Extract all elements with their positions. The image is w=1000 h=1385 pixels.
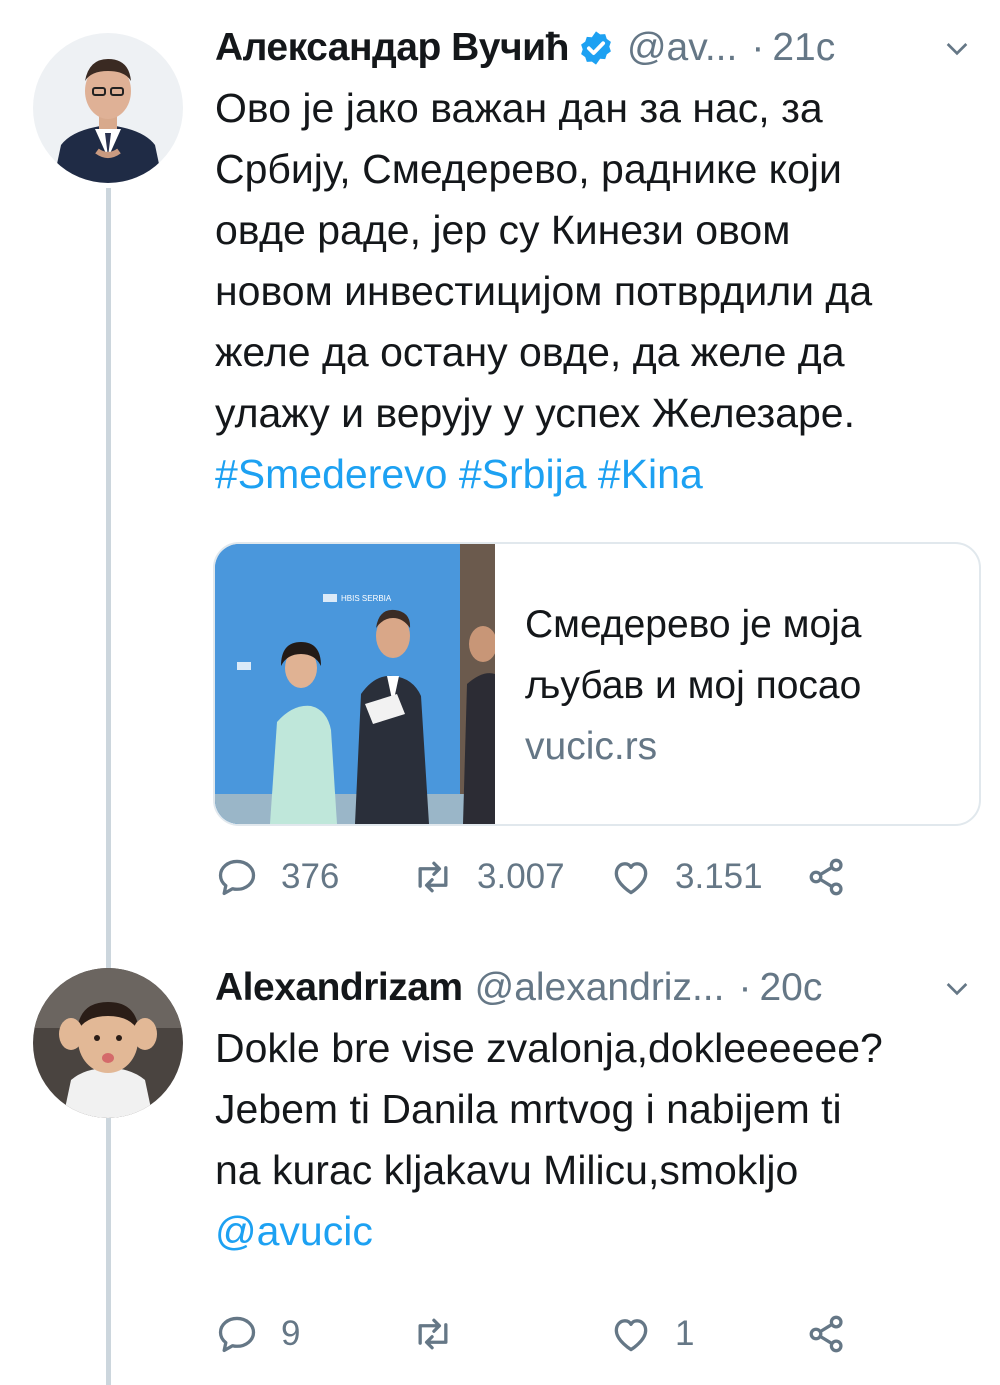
retweet-button[interactable]: 3.007 (411, 855, 609, 899)
like-button[interactable]: 3.151 (609, 855, 805, 899)
heart-icon (614, 862, 648, 895)
hashtag-smederevo[interactable]: #Smederevo (215, 451, 447, 497)
tweet-text: Dokle bre vise zvalonja,dokleeeeee? Jebe… (215, 1018, 985, 1262)
retweet-count: 3.007 (477, 857, 565, 896)
like-count: 3.151 (675, 857, 763, 896)
tweet-text-line: улажу и верују у успех Железаре. (215, 390, 856, 436)
retweet-icon (418, 1318, 448, 1350)
reply-button[interactable]: 9 (215, 1312, 411, 1356)
card-domain: vucic.rs (525, 725, 658, 768)
link-preview-card[interactable]: HBIS SERBIA Смедерево је моја љубав и мо… (213, 542, 981, 826)
verified-badge-icon (581, 31, 611, 65)
avatar-alexandrizam[interactable] (33, 968, 183, 1118)
mention-link[interactable]: @avucic (215, 1201, 985, 1262)
tweet-text-line: овде раде, јер су Кинези овом (215, 207, 791, 253)
like-count: 1 (675, 1314, 695, 1353)
share-icon (809, 858, 843, 896)
chevron-down-icon[interactable] (941, 972, 973, 1004)
reply-count: 376 (281, 857, 340, 896)
avatar-image (33, 33, 183, 183)
hashtags: #Smederevo #Srbija #Kina (215, 444, 985, 505)
tweet-text: Ово је јако важан дан за нас, за Србију,… (215, 78, 985, 505)
tweet-text-line: Jebem ti Danila mrtvog i nabijem ti (215, 1086, 842, 1132)
chevron-down-icon[interactable] (941, 32, 973, 64)
tweet-header: Alexandrizam @alexandriz... · 20с (215, 964, 985, 1012)
separator-dot: · (738, 966, 752, 1009)
card-text: Смедерево је моја љубав и мој посао vuci… (525, 594, 862, 777)
thread-connector-line (106, 188, 111, 1385)
like-button[interactable]: 1 (609, 1312, 805, 1356)
tweet-text-line: Ово је јако важан дан за нас, за (215, 85, 823, 131)
tweet-actions: 9 1 (215, 1312, 849, 1356)
display-name[interactable]: Александар Вучић (215, 24, 569, 72)
avatar-image (33, 968, 183, 1118)
reply-count: 9 (281, 1314, 301, 1353)
card-title-line: Смедерево је моја (525, 603, 862, 646)
heart-icon (614, 1319, 648, 1352)
reply-icon (218, 859, 256, 896)
card-thumbnail: HBIS SERBIA (215, 544, 495, 824)
card-title-line: љубав и мој посао (525, 664, 862, 707)
hashtag-srbija[interactable]: #Srbija (459, 451, 587, 497)
hashtag-kina[interactable]: #Kina (598, 451, 703, 497)
display-name[interactable]: Alexandrizam (215, 964, 463, 1012)
timestamp[interactable]: 20с (759, 964, 822, 1012)
banner-text: HBIS SERBIA (341, 594, 392, 603)
tweet-alexandrizam[interactable]: Alexandrizam @alexandriz... · 20с Dokle … (215, 964, 985, 1262)
share-button[interactable] (805, 1312, 849, 1356)
tweet-text-line: Dokle bre vise zvalonja,dokleeeeee? (215, 1025, 883, 1071)
tweet-actions: 376 3.007 3.151 (215, 855, 849, 899)
retweet-icon (418, 861, 448, 893)
share-button[interactable] (805, 855, 849, 899)
user-handle[interactable]: @av... (627, 24, 737, 72)
separator-dot: · (751, 26, 765, 69)
avatar-vucic[interactable] (33, 33, 183, 183)
reply-button[interactable]: 376 (215, 855, 411, 899)
tweet-text-line: желе да остану овде, да желе да (215, 329, 845, 375)
user-handle[interactable]: @alexandriz... (475, 964, 725, 1012)
retweet-button[interactable] (411, 1312, 609, 1356)
tweet-header: Александар Вучић @av... · 21с (215, 24, 985, 72)
tweet-text-line: Србију, Смедерево, раднике који (215, 146, 842, 192)
reply-icon (218, 1316, 256, 1353)
tweet-text-line: na kurac kljakavu Milicu,smokljo (215, 1147, 799, 1193)
tweet-text-line: новом инвестицијом потврдили да (215, 268, 873, 314)
tweet-vucic[interactable]: Александар Вучић @av... · 21с Ово је јак… (215, 24, 985, 505)
timestamp[interactable]: 21с (772, 24, 835, 72)
share-icon (809, 1315, 843, 1353)
